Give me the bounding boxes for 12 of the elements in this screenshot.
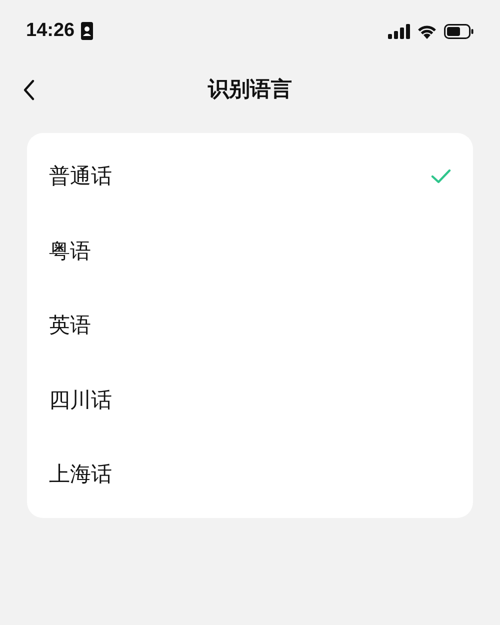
- wifi-icon: [417, 24, 437, 38]
- language-option[interactable]: 上海话: [27, 437, 473, 512]
- language-option[interactable]: 四川话: [27, 362, 473, 437]
- status-time: 14:26: [26, 20, 75, 42]
- signal-icon: [388, 24, 410, 38]
- back-icon[interactable]: [22, 79, 36, 101]
- page-title: 识别语言: [208, 76, 292, 103]
- language-option[interactable]: 粤语: [27, 214, 473, 288]
- language-option[interactable]: 普通话: [27, 139, 473, 214]
- battery-icon: [444, 24, 474, 38]
- person-badge-icon: [80, 22, 93, 40]
- language-option[interactable]: 英语: [27, 288, 473, 362]
